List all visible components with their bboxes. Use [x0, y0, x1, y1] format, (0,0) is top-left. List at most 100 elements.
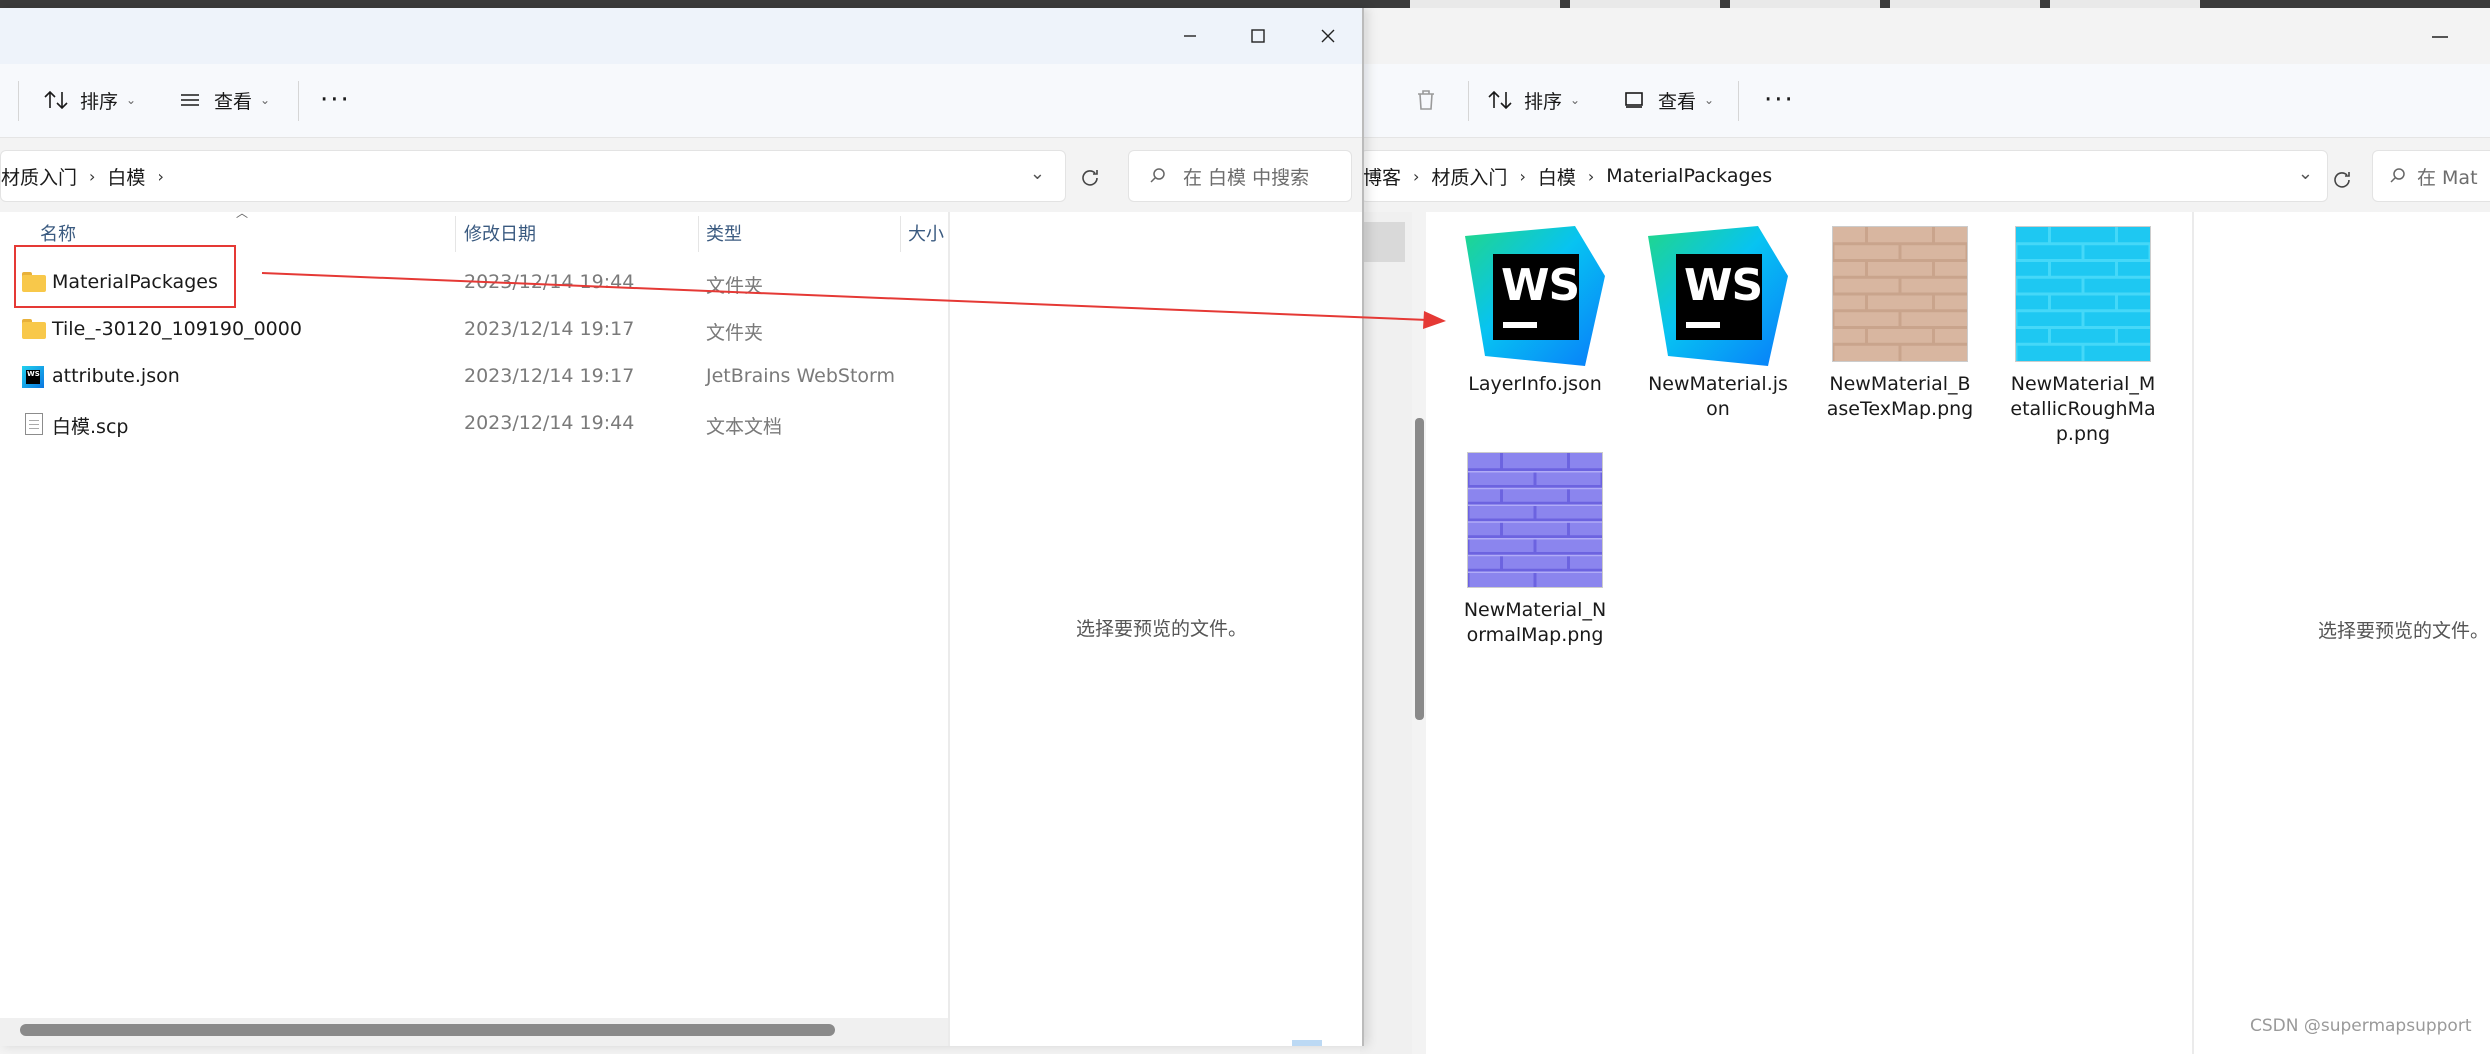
minimize-icon[interactable]: [2432, 36, 2448, 38]
vertical-scrollbar-thumb[interactable]: [1415, 418, 1424, 720]
address-dropdown-icon[interactable]: ⌄: [1030, 163, 1045, 184]
file-tile-label: NewMaterial_MetallicRoughMap.png: [2010, 373, 2156, 445]
webstorm-icon: WS: [1648, 226, 1788, 366]
file-tile[interactable]: WS NewMaterial.json: [1643, 226, 1793, 422]
maximize-icon: [1251, 29, 1265, 43]
delete-button[interactable]: [1412, 78, 1450, 122]
preview-message: 选择要预览的文件。: [1076, 618, 1248, 640]
address-bar-area: 材质入门 › 白模 › ⌄ 在 白模 中搜索: [0, 138, 1362, 212]
sort-ascending-icon: ︿: [236, 206, 249, 220]
column-header-size[interactable]: 大小: [908, 220, 944, 246]
preview-pane-divider[interactable]: [2192, 212, 2194, 1054]
close-icon: [1321, 29, 1335, 43]
file-name: 白模.scp: [52, 416, 129, 438]
close-button[interactable]: [1298, 18, 1358, 54]
folder-icon: [22, 319, 46, 341]
file-name: attribute.json: [52, 365, 180, 387]
address-dropdown-icon[interactable]: ⌄: [2298, 163, 2313, 184]
sort-label: 排序: [80, 90, 119, 113]
toolbar-separator: [18, 81, 19, 121]
column-divider[interactable]: [698, 216, 699, 252]
trash-icon: [1412, 86, 1440, 114]
column-header-name[interactable]: 名称: [40, 220, 76, 246]
horizontal-scrollbar-thumb[interactable]: [20, 1024, 835, 1036]
sort-label: 排序: [1524, 90, 1563, 113]
view-button[interactable]: 查看 ⌄: [176, 78, 270, 122]
view-icon: [1620, 86, 1648, 114]
sort-button[interactable]: 排序 ⌄: [42, 78, 136, 122]
highlight-box: [14, 245, 236, 308]
column-header-type[interactable]: 类型: [706, 220, 742, 246]
file-tile[interactable]: WS LayerInfo.json: [1460, 226, 1610, 397]
file-type: JetBrains WebStorm: [706, 365, 896, 387]
chevron-right-icon: ›: [1587, 166, 1595, 186]
chevron-right-icon: ›: [157, 166, 164, 186]
more-options-button[interactable]: ···: [320, 78, 351, 122]
webstorm-icon: WS: [1465, 226, 1605, 366]
more-icon: ···: [320, 85, 351, 115]
webstorm-icon: WS: [22, 366, 46, 388]
normal-map-texture-thumbnail: [1465, 452, 1605, 592]
more-options-button[interactable]: ···: [1764, 78, 1795, 122]
document-icon: [22, 413, 46, 435]
search-placeholder: 在 白模 中搜索: [1183, 166, 1310, 189]
explorer-window-left: 排序 ⌄ 查看 ⌄ ··· 材质入门 › 白模 › ⌄ 在 白模 中搜索 名称 …: [0, 8, 1364, 1046]
file-modified: 2023/12/14 19:17: [464, 318, 635, 340]
breadcrumb-item[interactable]: 材质入门: [1, 163, 77, 190]
search-icon: [1150, 168, 1165, 183]
view-label: 查看: [1658, 90, 1697, 113]
file-tile-label: NewMaterial_BaseTexMap.png: [1826, 373, 1974, 420]
file-tile[interactable]: NewMaterial_MetallicRoughMap.png: [2008, 226, 2158, 447]
file-tile[interactable]: NewMaterial_NormalMap.png: [1460, 452, 1610, 648]
refresh-icon: [1082, 170, 1098, 186]
brick-texture-thumbnail: [1830, 226, 1970, 366]
view-icon: [176, 86, 204, 114]
file-modified: 2023/12/14 19:17: [464, 365, 635, 387]
column-divider[interactable]: [455, 216, 456, 252]
chevron-right-icon: ›: [1413, 166, 1420, 186]
file-row[interactable]: Tile_-30120_109190_0000 2023/12/14 19:17…: [14, 309, 944, 353]
breadcrumb-item[interactable]: 材质入门: [1431, 163, 1507, 190]
toolbar-separator: [298, 81, 299, 121]
refresh-button[interactable]: [1068, 156, 1112, 200]
file-row[interactable]: 白模.scp 2023/12/14 19:44 文本文档: [14, 403, 944, 447]
taskbar-fragment: [1292, 1040, 1322, 1046]
file-tile-label: NewMaterial_NormalMap.png: [1463, 599, 1607, 646]
sort-button[interactable]: 排序 ⌄: [1486, 78, 1580, 122]
explorer-window-right: 排序 ⌄ 查看 ⌄ ··· 博客 › 材质入门 › 白模 › MaterialP…: [1360, 8, 2490, 1054]
preview-message: 选择要预览的文件。: [2318, 620, 2490, 642]
file-modified: 2023/12/14 19:44: [464, 412, 635, 434]
file-type: 文件夹: [706, 322, 764, 344]
toolbar: 排序 ⌄ 查看 ⌄ ···: [1360, 64, 2490, 138]
breadcrumb-item[interactable]: MaterialPackages: [1606, 165, 1772, 187]
view-button[interactable]: 查看 ⌄: [1620, 78, 1714, 122]
search-box[interactable]: 在 Mat: [2372, 150, 2490, 202]
toolbar: 排序 ⌄ 查看 ⌄ ···: [0, 64, 1362, 138]
file-tile-label: NewMaterial.json: [1648, 373, 1788, 420]
file-tile[interactable]: NewMaterial_BaseTexMap.png: [1825, 226, 1975, 422]
title-bar: [0, 8, 1362, 64]
search-icon: [2390, 168, 2405, 183]
address-bar[interactable]: 博客 › 材质入门 › 白模 › MaterialPackages ⌄: [1360, 150, 2328, 202]
column-header-modified[interactable]: 修改日期: [464, 220, 536, 246]
file-name: Tile_-30120_109190_0000: [52, 318, 302, 340]
breadcrumb-item[interactable]: 博客: [1363, 163, 1401, 190]
breadcrumb-item[interactable]: 白模: [107, 163, 145, 190]
search-box[interactable]: 在 白模 中搜索: [1128, 150, 1352, 202]
maximize-button[interactable]: [1228, 18, 1288, 54]
navigation-selected-item[interactable]: [1360, 222, 1405, 262]
watermark: CSDN @supermapsupport: [2250, 1016, 2472, 1036]
breadcrumb-item[interactable]: 白模: [1538, 163, 1576, 190]
column-divider[interactable]: [900, 216, 901, 252]
file-tile-label: LayerInfo.json: [1468, 373, 1602, 395]
refresh-icon: [2334, 172, 2350, 188]
chevron-right-icon: ›: [89, 166, 96, 186]
sort-icon: [42, 86, 70, 114]
file-row[interactable]: WS attribute.json 2023/12/14 19:17 JetBr…: [14, 356, 944, 400]
preview-pane-divider[interactable]: [948, 212, 950, 1046]
address-bar[interactable]: 材质入门 › 白模 › ⌄: [0, 150, 1066, 202]
view-label: 查看: [214, 90, 253, 113]
refresh-button[interactable]: [2320, 158, 2364, 202]
minimize-button[interactable]: [1160, 18, 1220, 54]
cyan-brick-texture-thumbnail: [2013, 226, 2153, 366]
